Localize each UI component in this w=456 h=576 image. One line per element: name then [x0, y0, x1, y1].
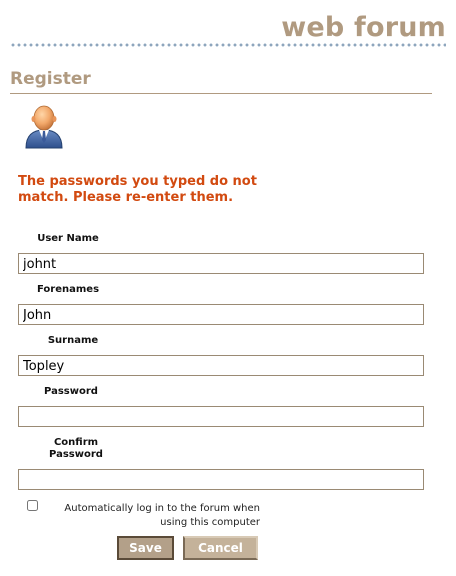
surname-label: Surname [47, 335, 99, 346]
forenames-label: Forenames [36, 284, 100, 295]
forenames-input[interactable] [18, 304, 424, 325]
password-input[interactable] [18, 406, 424, 427]
header-dotted-divider [10, 43, 446, 47]
page-title: Register [10, 69, 91, 89]
password-label: Password [44, 386, 98, 397]
username-label: User Name [37, 233, 99, 244]
auto-login-label: Automatically log in to the forum when u… [64, 503, 260, 528]
save-button[interactable]: Save [117, 536, 174, 560]
user-avatar-icon [22, 102, 66, 150]
username-input[interactable] [18, 253, 424, 274]
surname-input[interactable] [18, 355, 424, 376]
cancel-button[interactable]: Cancel [183, 536, 258, 560]
confirm-password-label: Confirm Password [49, 437, 103, 460]
confirm-password-input[interactable] [18, 469, 424, 490]
auto-login-checkbox[interactable] [27, 500, 38, 511]
heading-divider [10, 93, 432, 94]
site-title: web forum [281, 12, 446, 43]
password-mismatch-error: The passwords you typed do not match. Pl… [18, 174, 257, 205]
